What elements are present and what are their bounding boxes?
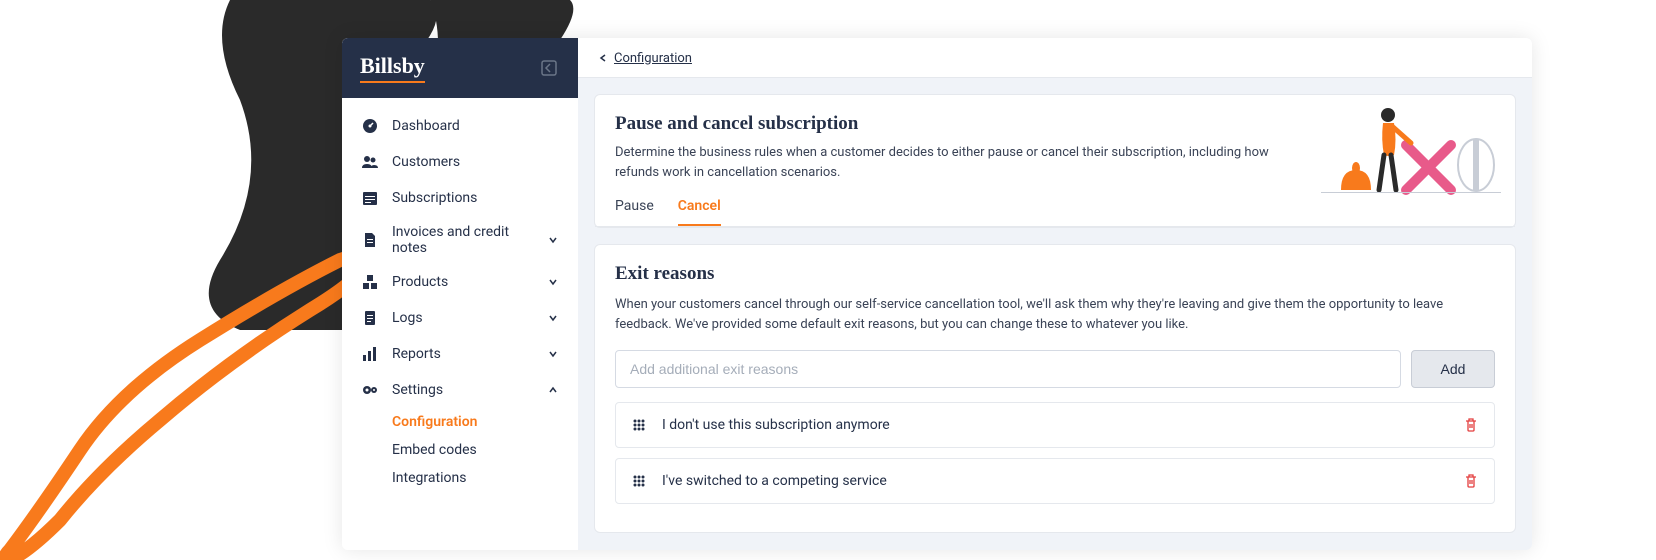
section-description: When your customers cancel through our s… [615,295,1495,334]
sidebar-header: Billsby [342,38,578,98]
subnav-integrations[interactable]: Integrations [392,464,578,492]
calendar-icon [360,188,380,208]
subnav-configuration[interactable]: Configuration [392,408,578,436]
card-body: Exit reasons When your customers cancel … [595,245,1515,532]
breadcrumb[interactable]: Configuration [598,51,692,66]
exit-reason-input[interactable] [615,350,1401,388]
reason-text: I don't use this subscription anymore [662,417,1462,433]
settings-submenu: Configuration Embed codes Integrations [342,408,578,492]
header-illustration [1321,105,1501,200]
gauge-icon [360,116,380,136]
cubes-icon [360,272,380,292]
nav-label: Subscriptions [392,190,560,206]
exit-reasons-card: Exit reasons When your customers cancel … [594,244,1516,533]
chevron-up-icon [546,383,560,397]
delete-button[interactable] [1462,472,1480,490]
sidebar-item-customers[interactable]: Customers [342,144,578,180]
main-content: Configuration Pause and cancel subscript… [578,38,1532,550]
add-reason-row: Add [615,350,1495,388]
chevron-left-icon [598,53,608,63]
drag-handle-icon[interactable] [630,416,648,434]
chevron-down-icon [546,233,560,247]
sidebar: Billsby Dashboard Customers Subscription… [342,38,578,550]
nav-label: Invoices and credit notes [392,224,546,256]
nav-label: Reports [392,346,546,362]
nav: Dashboard Customers Subscriptions Invoic… [342,98,578,502]
chart-icon [360,344,380,364]
gear-icon [360,380,380,400]
add-button[interactable]: Add [1411,350,1495,388]
sidebar-item-logs[interactable]: Logs [342,300,578,336]
chevron-down-icon [546,275,560,289]
nav-label: Products [392,274,546,290]
reason-row: I've switched to a competing service [615,458,1495,504]
chevron-down-icon [546,311,560,325]
tab-cancel[interactable]: Cancel [678,198,721,226]
sidebar-item-settings[interactable]: Settings [342,372,578,408]
logo: Billsby [360,53,425,83]
tab-pause[interactable]: Pause [615,198,654,226]
breadcrumb-label: Configuration [614,51,692,66]
reason-row: I don't use this subscription anymore [615,402,1495,448]
breadcrumb-bar: Configuration [578,38,1532,78]
drag-handle-icon[interactable] [630,472,648,490]
nav-label: Settings [392,382,546,398]
nav-label: Dashboard [392,118,560,134]
sidebar-item-reports[interactable]: Reports [342,336,578,372]
delete-button[interactable] [1462,416,1480,434]
sidebar-item-products[interactable]: Products [342,264,578,300]
clipboard-icon [360,308,380,328]
header-card: Pause and cancel subscription Determine … [594,94,1516,228]
sidebar-item-invoices[interactable]: Invoices and credit notes [342,216,578,264]
nav-label: Logs [392,310,546,326]
sidebar-collapse-button[interactable] [538,57,560,79]
subnav-embed-codes[interactable]: Embed codes [392,436,578,464]
reason-text: I've switched to a competing service [662,473,1462,489]
tabs: Pause Cancel [595,198,1515,227]
nav-label: Customers [392,154,560,170]
users-icon [360,152,380,172]
content-scroll: Pause and cancel subscription Determine … [578,78,1532,550]
card-header: Pause and cancel subscription Determine … [595,95,1515,182]
chevron-down-icon [546,347,560,361]
sidebar-item-dashboard[interactable]: Dashboard [342,108,578,144]
sidebar-item-subscriptions[interactable]: Subscriptions [342,180,578,216]
section-title: Exit reasons [615,263,1495,285]
file-icon [360,230,380,250]
app-container: Billsby Dashboard Customers Subscription… [342,38,1532,550]
